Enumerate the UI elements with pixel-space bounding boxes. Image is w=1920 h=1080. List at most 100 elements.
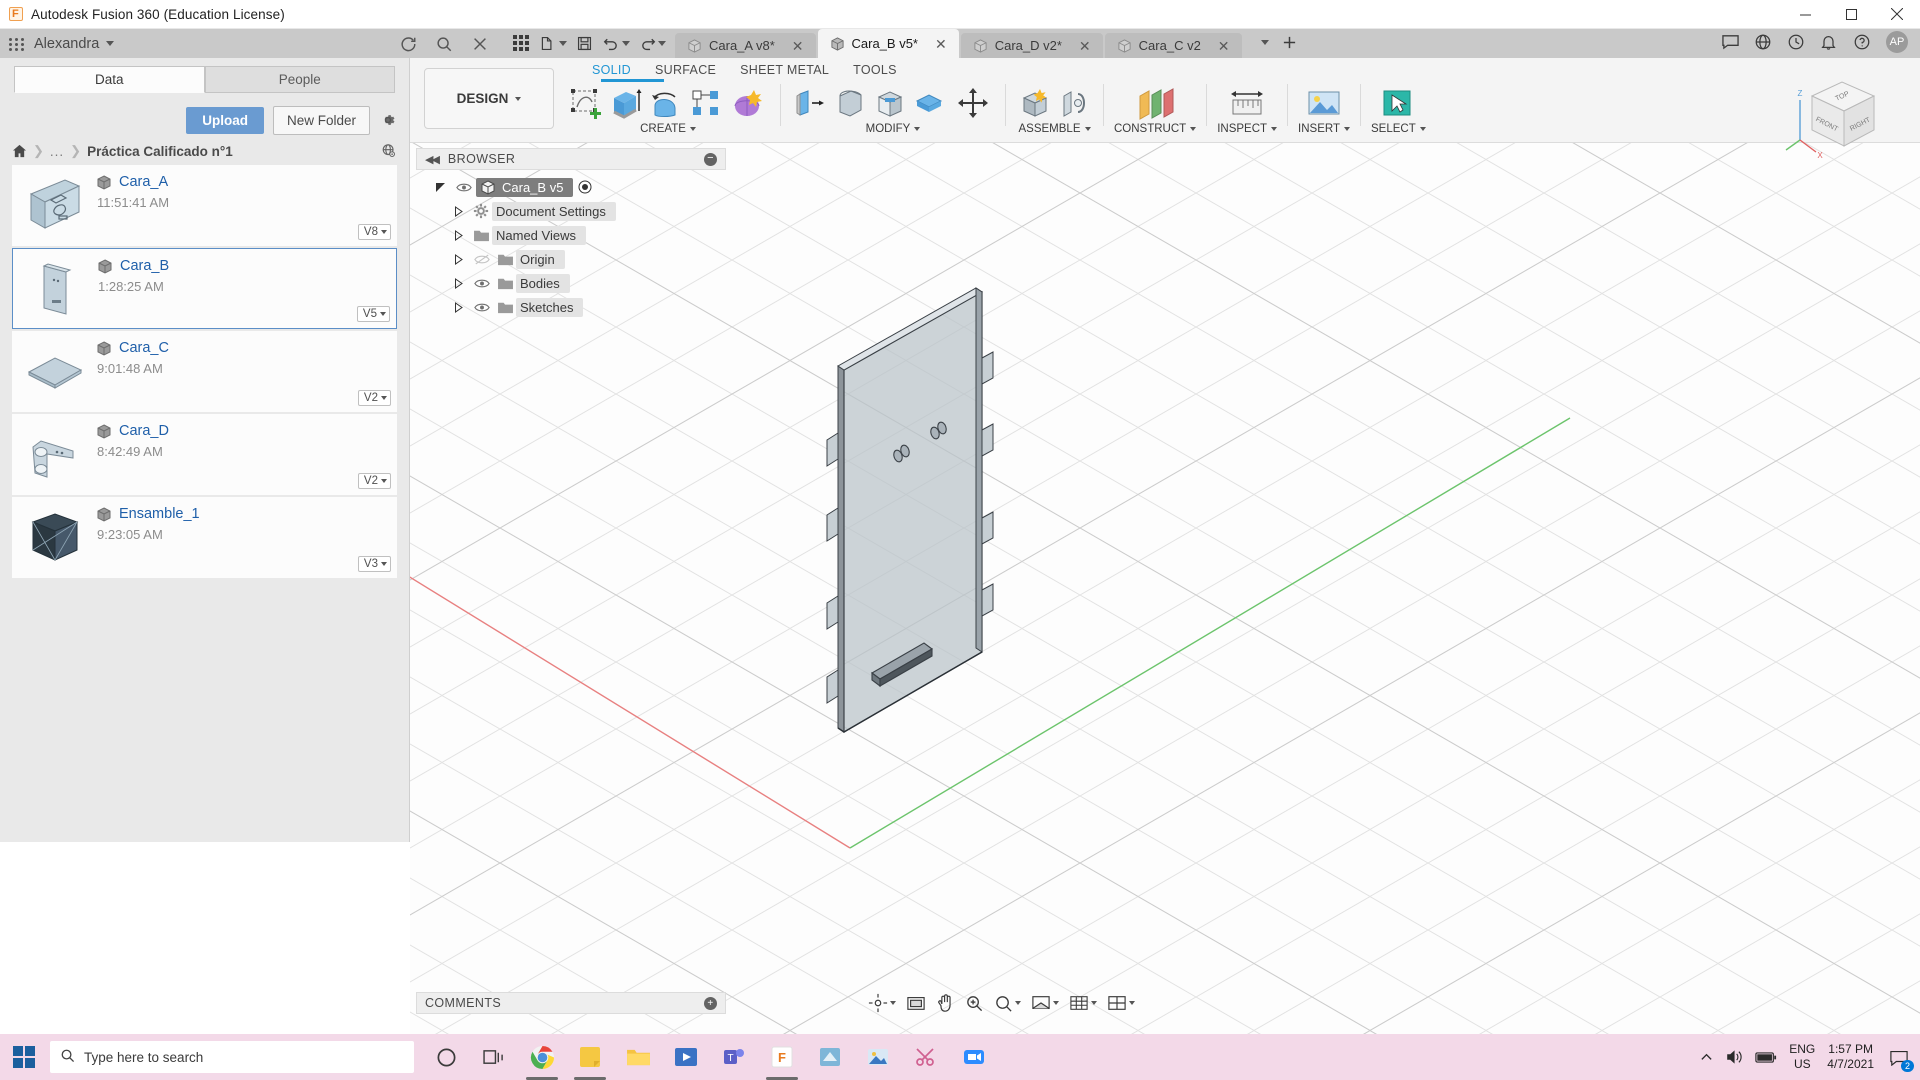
expand-arrow-icon[interactable] xyxy=(448,205,470,217)
workspace-switcher[interactable]: DESIGN xyxy=(424,68,554,129)
visibility-eye-icon[interactable] xyxy=(470,302,494,313)
list-item[interactable]: Cara_D 8:42:49 AM V2 xyxy=(12,414,397,495)
zoom-icon[interactable] xyxy=(962,990,987,1016)
document-tab-cara-c[interactable]: Cara_C v2 ✕ xyxy=(1104,33,1242,58)
bell-icon[interactable] xyxy=(1820,33,1838,51)
fillet-icon[interactable] xyxy=(831,83,868,123)
group-label-inspect[interactable]: INSPECT xyxy=(1217,123,1278,135)
document-tab-cara-b[interactable]: Cara_B v5* ✕ xyxy=(817,29,959,58)
list-item[interactable]: Ensamble_1 9:23:05 AM V3 xyxy=(12,497,397,578)
document-tab-cara-a[interactable]: Cara_A v8* ✕ xyxy=(675,33,816,58)
browser-node-label-root[interactable]: Cara_B v5 xyxy=(476,177,574,197)
expand-arrow-icon[interactable] xyxy=(448,301,470,313)
save-icon[interactable] xyxy=(572,32,597,54)
new-component-icon[interactable] xyxy=(1016,83,1053,123)
close-button[interactable] xyxy=(1874,0,1920,29)
look-at-icon[interactable] xyxy=(903,990,929,1016)
browser-node-origin[interactable]: Origin xyxy=(416,247,726,271)
file-name[interactable]: Cara_C xyxy=(119,340,169,356)
photos-icon[interactable] xyxy=(854,1034,902,1080)
tab-tools[interactable]: TOOLS xyxy=(841,58,909,80)
insert-image-icon[interactable] xyxy=(1302,83,1346,123)
version-badge[interactable]: V3 xyxy=(357,556,391,572)
search-icon[interactable] xyxy=(435,35,453,53)
maximize-button[interactable] xyxy=(1828,0,1874,29)
chevron-down-icon[interactable] xyxy=(106,41,115,46)
tab-list-dropdown[interactable] xyxy=(1248,30,1276,54)
visibility-eye-icon[interactable] xyxy=(470,278,494,289)
browser-node-label[interactable]: Named Views xyxy=(492,225,586,245)
search-input[interactable]: Type here to search xyxy=(50,1041,414,1073)
movies-tv-icon[interactable] xyxy=(662,1034,710,1080)
redo-icon[interactable] xyxy=(635,32,669,54)
extrude-icon[interactable] xyxy=(606,83,643,123)
grid-snap-icon[interactable] xyxy=(1066,990,1100,1016)
file-explorer-icon[interactable] xyxy=(614,1034,662,1080)
version-badge[interactable]: V2 xyxy=(357,390,391,406)
browser-root-node[interactable]: Cara_B v5 xyxy=(416,175,726,199)
shell-icon[interactable] xyxy=(871,83,908,123)
list-item[interactable]: Cara_B 1:28:25 AM V5 xyxy=(12,248,397,329)
chrome-icon[interactable] xyxy=(518,1034,566,1080)
joint-icon[interactable] xyxy=(1056,83,1093,123)
pattern-icon[interactable] xyxy=(686,83,723,123)
cortana-icon[interactable] xyxy=(422,1034,470,1080)
orbit-icon[interactable] xyxy=(865,990,899,1016)
minus-circle-icon[interactable]: − xyxy=(704,152,717,166)
comments-panel[interactable]: COMMENTS + xyxy=(416,992,726,1014)
version-badge[interactable]: V8 xyxy=(357,224,391,240)
tab-people[interactable]: People xyxy=(204,66,395,93)
sticky-notes-icon[interactable] xyxy=(566,1034,614,1080)
close-panel-icon[interactable] xyxy=(471,35,489,53)
file-name[interactable]: Cara_D xyxy=(119,423,169,439)
app-grid-icon[interactable] xyxy=(509,32,534,54)
clock[interactable]: 1:57 PM 4/7/2021 xyxy=(1827,1042,1874,1072)
expand-arrow-icon[interactable] xyxy=(448,277,470,289)
clock-icon[interactable] xyxy=(1787,33,1805,51)
expand-arrow-icon[interactable] xyxy=(430,181,452,193)
teams-icon[interactable]: T xyxy=(710,1034,758,1080)
visibility-eye-icon[interactable] xyxy=(452,182,476,193)
display-settings-icon[interactable] xyxy=(1028,990,1062,1016)
notifications-icon[interactable]: 2 xyxy=(1886,1044,1914,1072)
task-view-icon[interactable] xyxy=(470,1034,518,1080)
close-icon[interactable]: ✕ xyxy=(792,39,804,53)
new-folder-button[interactable]: New Folder xyxy=(272,105,370,135)
avatar[interactable]: AP xyxy=(1886,31,1908,53)
version-badge[interactable]: V2 xyxy=(357,473,391,489)
view-cube[interactable]: TOP FRONT RIGHT Z X xyxy=(1782,74,1894,174)
language-indicator[interactable]: ENG US xyxy=(1789,1042,1815,1072)
version-badge[interactable]: V5 xyxy=(356,306,390,322)
close-icon[interactable]: ✕ xyxy=(1218,39,1230,53)
file-name[interactable]: Ensamble_1 xyxy=(119,506,200,522)
zoom-window-icon[interactable] xyxy=(991,990,1024,1016)
tab-sheet-metal[interactable]: SHEET METAL xyxy=(728,58,841,80)
collapse-left-icon[interactable]: ◀◀ xyxy=(425,153,440,166)
start-button[interactable] xyxy=(0,1034,48,1080)
group-label-create[interactable]: CREATE xyxy=(640,123,696,135)
gear-icon[interactable] xyxy=(379,111,397,129)
document-tab-cara-d[interactable]: Cara_D v2* ✕ xyxy=(960,33,1103,58)
browser-node-named-views[interactable]: Named Views xyxy=(416,223,726,247)
browser-node-bodies[interactable]: Bodies xyxy=(416,271,726,295)
group-label-select[interactable]: SELECT xyxy=(1371,123,1426,135)
grid-apps-icon[interactable] xyxy=(9,37,25,51)
list-item[interactable]: Cara_A 11:51:41 AM V8 xyxy=(12,165,397,246)
viewports-icon[interactable] xyxy=(1104,990,1138,1016)
scissors-icon[interactable] xyxy=(902,1034,950,1080)
new-file-icon[interactable] xyxy=(536,32,570,54)
file-name[interactable]: Cara_A xyxy=(119,174,168,190)
align-icon[interactable] xyxy=(911,83,948,123)
tab-solid[interactable]: SOLID xyxy=(580,58,643,80)
undo-icon[interactable] xyxy=(599,32,633,54)
browser-node-sketches[interactable]: Sketches xyxy=(416,295,726,319)
move-copy-icon[interactable] xyxy=(951,83,995,123)
show-hidden-icons-icon[interactable] xyxy=(1700,1051,1713,1064)
browser-node-document-settings[interactable]: Document Settings xyxy=(416,199,726,223)
select-icon[interactable] xyxy=(1376,83,1420,123)
tab-surface[interactable]: SURFACE xyxy=(643,58,728,80)
revolve-icon[interactable] xyxy=(646,83,683,123)
upload-button[interactable]: Upload xyxy=(186,106,264,134)
create-form-icon[interactable] xyxy=(726,83,770,123)
tab-data[interactable]: Data xyxy=(14,66,205,93)
